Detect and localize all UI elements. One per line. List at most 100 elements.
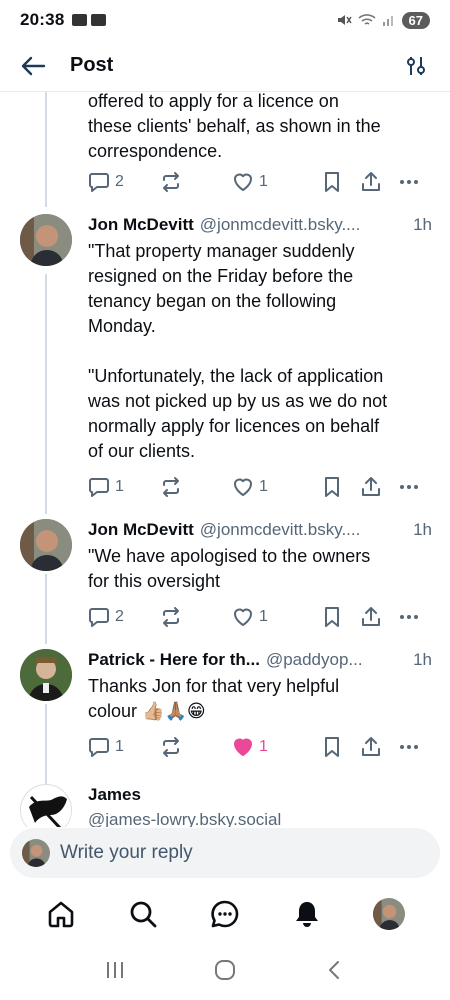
post-text: offered to apply for a licence on these …: [88, 92, 381, 161]
share-button[interactable]: [360, 606, 382, 628]
reply-composer[interactable]: Write your reply: [10, 828, 440, 878]
author-name[interactable]: Jon McDevitt: [88, 519, 194, 541]
back-button[interactable]: [20, 50, 52, 82]
arrow-left-icon: [21, 56, 46, 75]
my-avatar: [22, 839, 50, 867]
bookmark-icon: [325, 607, 339, 627]
bookmark-icon: [325, 477, 339, 497]
nav-profile[interactable]: [369, 894, 409, 934]
avatar-photo: [22, 839, 50, 867]
chevron-left-icon: [329, 960, 340, 979]
reply-button[interactable]: 1: [88, 736, 124, 758]
like-count: 1: [259, 738, 268, 755]
avatar-photo: [20, 214, 72, 266]
like-count: 1: [259, 608, 268, 625]
post-age: 1h: [413, 650, 432, 669]
home-system-button[interactable]: [213, 958, 237, 987]
status-time: 20:38: [20, 10, 65, 29]
more-dots-icon: [400, 485, 418, 489]
post-age: 1h: [413, 520, 432, 539]
status-right: 67: [336, 11, 430, 29]
reply-button[interactable]: 2: [88, 606, 124, 628]
share-button[interactable]: [360, 736, 382, 758]
repost-button[interactable]: [160, 476, 182, 498]
like-count: 1: [259, 173, 268, 190]
repost-icon: [163, 607, 179, 627]
home-icon: [48, 901, 74, 928]
chat-icon: [211, 900, 239, 928]
speech-bubble-icon: [89, 478, 109, 497]
thread-feed[interactable]: offered to apply for a licence on these …: [0, 92, 450, 827]
share-button[interactable]: [360, 476, 382, 498]
avatar[interactable]: [20, 784, 72, 827]
black-flag-logo: [21, 785, 71, 827]
author-name[interactable]: James: [88, 784, 141, 806]
bookmark-button[interactable]: [322, 171, 342, 193]
reply-count: 1: [115, 478, 124, 495]
reply-button[interactable]: 2: [88, 171, 124, 193]
reply-button[interactable]: 1: [88, 476, 124, 498]
avatar[interactable]: [20, 519, 72, 571]
recent-apps-button[interactable]: [104, 959, 126, 986]
more-dots-icon: [400, 745, 418, 749]
post-text: "That property manager suddenly resigned…: [88, 241, 388, 461]
like-button[interactable]: 1: [232, 476, 268, 498]
avatar[interactable]: [20, 214, 72, 266]
nav-chat[interactable]: [205, 894, 245, 934]
bookmark-button[interactable]: [322, 736, 342, 758]
post-text: Thanks Jon for that very helpful colour …: [88, 676, 340, 721]
reply-count: 2: [115, 608, 124, 625]
reply-count: 2: [115, 173, 124, 190]
nav-search[interactable]: [123, 894, 163, 934]
repost-icon: [163, 477, 179, 497]
author-name[interactable]: Patrick - Here for th...: [88, 649, 260, 671]
share-icon: [362, 477, 380, 496]
avatar-photo: [373, 898, 405, 930]
nav-home[interactable]: [41, 894, 81, 934]
post-actions: 2 1: [88, 169, 428, 195]
status-notification-icons: [72, 14, 107, 26]
more-button[interactable]: [398, 736, 420, 758]
post-actions: 2 1: [88, 604, 428, 630]
repost-icon: [163, 737, 179, 757]
repost-button[interactable]: [160, 736, 182, 758]
like-button[interactable]: 1: [232, 736, 268, 758]
author-name[interactable]: Jon McDevitt: [88, 214, 194, 236]
thread-options-button[interactable]: [402, 52, 430, 80]
sliders-icon: [407, 56, 425, 75]
system-back-button[interactable]: [324, 959, 346, 986]
heart-filled-icon: [234, 738, 252, 756]
reply-count: 1: [115, 738, 124, 755]
system-nav: [0, 944, 450, 1000]
author-handle[interactable]: @james-lowry.bsky.social: [88, 809, 432, 827]
more-button[interactable]: [398, 606, 420, 628]
speech-bubble-icon: [89, 608, 109, 627]
avatar[interactable]: [20, 649, 72, 701]
speech-bubble-icon: [89, 173, 109, 192]
reply-placeholder[interactable]: Write your reply: [60, 842, 193, 864]
share-button[interactable]: [360, 171, 382, 193]
bookmark-button[interactable]: [322, 476, 342, 498]
author-handle[interactable]: @jonmcdevitt.bsky....: [200, 519, 409, 541]
speech-bubble-icon: [89, 738, 109, 757]
avatar-photo: [20, 519, 72, 571]
thread-line: [45, 274, 47, 514]
repost-button[interactable]: [160, 171, 182, 193]
like-button[interactable]: 1: [232, 171, 268, 193]
post-age: 1h: [413, 215, 432, 234]
thread-line: [45, 704, 47, 784]
author-handle[interactable]: @paddyop...: [266, 649, 409, 671]
bell-icon: [296, 902, 318, 927]
bookmark-icon: [325, 737, 339, 757]
like-button[interactable]: 1: [232, 606, 268, 628]
bottom-nav: [0, 884, 450, 944]
thread-line: [45, 574, 47, 644]
more-button[interactable]: [398, 171, 420, 193]
author-handle[interactable]: @jonmcdevitt.bsky....: [200, 214, 409, 236]
more-button[interactable]: [398, 476, 420, 498]
heart-icon: [234, 478, 252, 496]
nav-notifications[interactable]: [287, 894, 327, 934]
more-dots-icon: [400, 615, 418, 619]
repost-button[interactable]: [160, 606, 182, 628]
bookmark-button[interactable]: [322, 606, 342, 628]
